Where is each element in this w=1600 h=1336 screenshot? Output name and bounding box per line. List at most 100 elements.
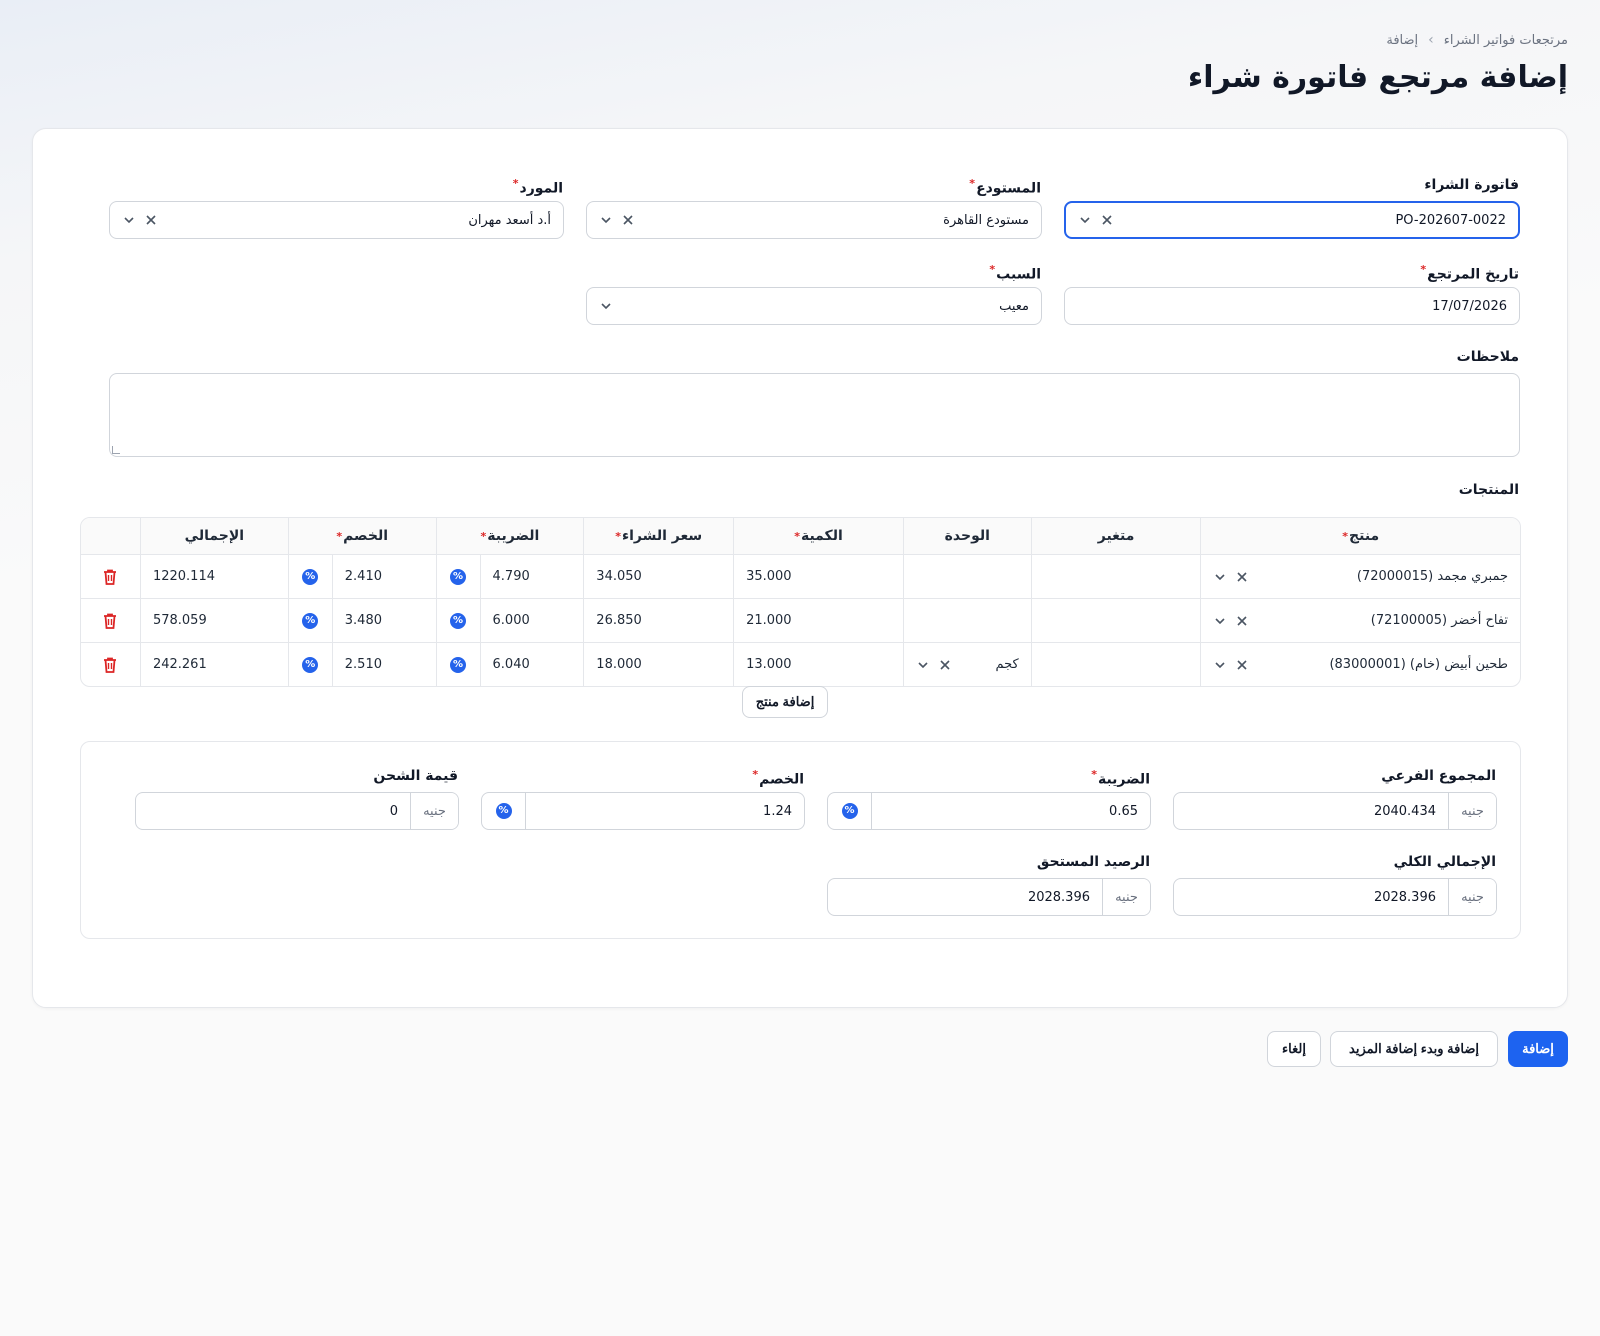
delete-row-button[interactable]: [81, 555, 140, 598]
invoice-select[interactable]: PO-202607-0022: [1064, 201, 1520, 239]
discount-field[interactable]: 1.24 %: [481, 792, 805, 830]
close-icon[interactable]: [621, 213, 635, 227]
breadcrumb-parent-link[interactable]: مرتجعات فواتير الشراء: [1444, 33, 1568, 48]
percent-icon: %: [302, 568, 319, 585]
close-icon[interactable]: [1100, 213, 1114, 227]
product-value: تفاح أخضر (72100005): [1370, 613, 1508, 628]
add-and-more-button[interactable]: إضافة وبدء إضافة المزيد: [1330, 1031, 1498, 1067]
tax-input[interactable]: 4.790 %: [435, 555, 584, 598]
tax-type-toggle[interactable]: %: [437, 555, 481, 598]
products-table-header: منتج * متغير الوحدة الكمية * سعر الشراء * ا…: [81, 518, 1520, 554]
breadcrumb-current: إضافة: [1386, 32, 1419, 48]
product-select[interactable]: جمبري مجمد (72000015): [1200, 555, 1520, 598]
grand-total-value: 2028.396: [1373, 889, 1436, 905]
chevron-down-icon[interactable]: [916, 658, 930, 672]
supplier-label: المورد*: [512, 177, 563, 197]
warehouse-select[interactable]: مستودع القاهرة: [586, 201, 1042, 239]
unit-select[interactable]: كجم: [902, 643, 1031, 686]
notes-textarea[interactable]: [109, 373, 1520, 457]
return-date-value: 17/07/2026: [1432, 298, 1507, 314]
add-product-button[interactable]: إضافة منتج: [742, 686, 828, 718]
supplier-select[interactable]: أ.د أسعد مهران: [109, 201, 564, 239]
variant-cell[interactable]: [1030, 555, 1201, 598]
header-variant: متغير: [1030, 518, 1201, 554]
warehouse-value: مستودع القاهرة: [943, 212, 1029, 228]
chevron-down-icon[interactable]: [1213, 658, 1227, 672]
discount-type-toggle[interactable]: %: [289, 555, 333, 598]
percent-icon: %: [302, 656, 319, 673]
header-quantity: الكمية *: [733, 518, 903, 554]
chevron-down-icon[interactable]: [599, 299, 613, 313]
table-row: جمبري مجمد (72000015) 35.000 34.050 4.79…: [81, 554, 1520, 598]
chevron-down-icon[interactable]: [122, 213, 136, 227]
total-cell: 578.059: [139, 599, 288, 642]
close-icon[interactable]: [938, 658, 952, 672]
tax-type-toggle[interactable]: %: [437, 599, 481, 642]
price-input[interactable]: 34.050: [583, 555, 733, 598]
warehouse-label: المستودع*: [969, 177, 1041, 197]
price-input[interactable]: 18.000: [583, 643, 733, 686]
price-input[interactable]: 26.850: [583, 599, 733, 642]
tax-input[interactable]: 6.000 %: [435, 599, 584, 642]
tax-value: 6.000: [492, 613, 530, 628]
page-title: إضافة مرتجع فاتورة شراء: [1187, 60, 1568, 95]
discount-input[interactable]: 3.480 %: [287, 599, 436, 642]
total-cell: 1220.114: [139, 555, 288, 598]
return-date-input[interactable]: 17/07/2026: [1064, 287, 1520, 325]
unit-cell[interactable]: [902, 599, 1031, 642]
percent-icon: %: [841, 803, 858, 819]
variant-cell[interactable]: [1030, 643, 1201, 686]
chevron-down-icon[interactable]: [1213, 614, 1227, 628]
cancel-button[interactable]: إلغاء: [1267, 1031, 1321, 1067]
reason-value: معيب: [999, 298, 1029, 314]
total-cell: 242.261: [139, 643, 288, 686]
header-actions: [81, 518, 140, 554]
shipping-value[interactable]: 0: [136, 793, 410, 829]
delete-row-button[interactable]: [81, 643, 140, 686]
discount-type-toggle[interactable]: %: [289, 599, 333, 642]
tax-field[interactable]: 0.65 %: [827, 792, 1151, 830]
percent-icon: %: [302, 612, 319, 629]
discount-input[interactable]: 2.510 %: [287, 643, 436, 686]
discount-type-toggle[interactable]: %: [289, 643, 333, 686]
header-discount: الخصم *: [287, 518, 436, 554]
chevron-down-icon[interactable]: [599, 213, 613, 227]
quantity-input[interactable]: 13.000: [733, 643, 903, 686]
currency-label: جنيه: [1448, 879, 1496, 915]
tax-type-toggle[interactable]: %: [828, 793, 872, 829]
delete-row-button[interactable]: [81, 599, 140, 642]
invoice-label: فاتورة الشراء: [1424, 177, 1519, 193]
quantity-input[interactable]: 35.000: [733, 555, 903, 598]
table-row: طحين أبيض (خام) (83000001) كجم 13.000 18…: [81, 642, 1520, 686]
header-unit: الوحدة: [902, 518, 1031, 554]
balance-due-value: 2028.396: [1027, 889, 1090, 905]
reason-select[interactable]: معيب: [586, 287, 1042, 325]
resize-handle-icon[interactable]: [112, 446, 120, 454]
breadcrumb: مرتجعات فواتير الشراء › إضافة: [1386, 32, 1568, 48]
discount-total-value[interactable]: 1.24: [526, 793, 804, 829]
product-select[interactable]: تفاح أخضر (72100005): [1200, 599, 1520, 642]
invoice-value: PO-202607-0022: [1395, 212, 1506, 228]
subtotal-field: جنيه 2040.434: [1173, 792, 1497, 830]
close-icon[interactable]: [1235, 658, 1249, 672]
chevron-down-icon[interactable]: [1213, 570, 1227, 584]
currency-label: جنيه: [1448, 793, 1496, 829]
quantity-input[interactable]: 21.000: [733, 599, 903, 642]
grand-total-field: جنيه 2028.396: [1173, 878, 1497, 916]
submit-button[interactable]: إضافة: [1508, 1031, 1568, 1067]
close-icon[interactable]: [144, 213, 158, 227]
product-select[interactable]: طحين أبيض (خام) (83000001): [1200, 643, 1520, 686]
tax-input[interactable]: 6.040 %: [435, 643, 584, 686]
unit-cell[interactable]: [902, 555, 1031, 598]
tax-total-value[interactable]: 0.65: [872, 793, 1150, 829]
header-price: سعر الشراء *: [583, 518, 733, 554]
trash-icon: [103, 613, 117, 629]
discount-type-toggle[interactable]: %: [482, 793, 526, 829]
tax-type-toggle[interactable]: %: [437, 643, 481, 686]
close-icon[interactable]: [1235, 614, 1249, 628]
discount-input[interactable]: 2.410 %: [287, 555, 436, 598]
variant-cell[interactable]: [1030, 599, 1201, 642]
chevron-down-icon[interactable]: [1078, 213, 1092, 227]
close-icon[interactable]: [1235, 570, 1249, 584]
shipping-field[interactable]: جنيه 0: [135, 792, 459, 830]
